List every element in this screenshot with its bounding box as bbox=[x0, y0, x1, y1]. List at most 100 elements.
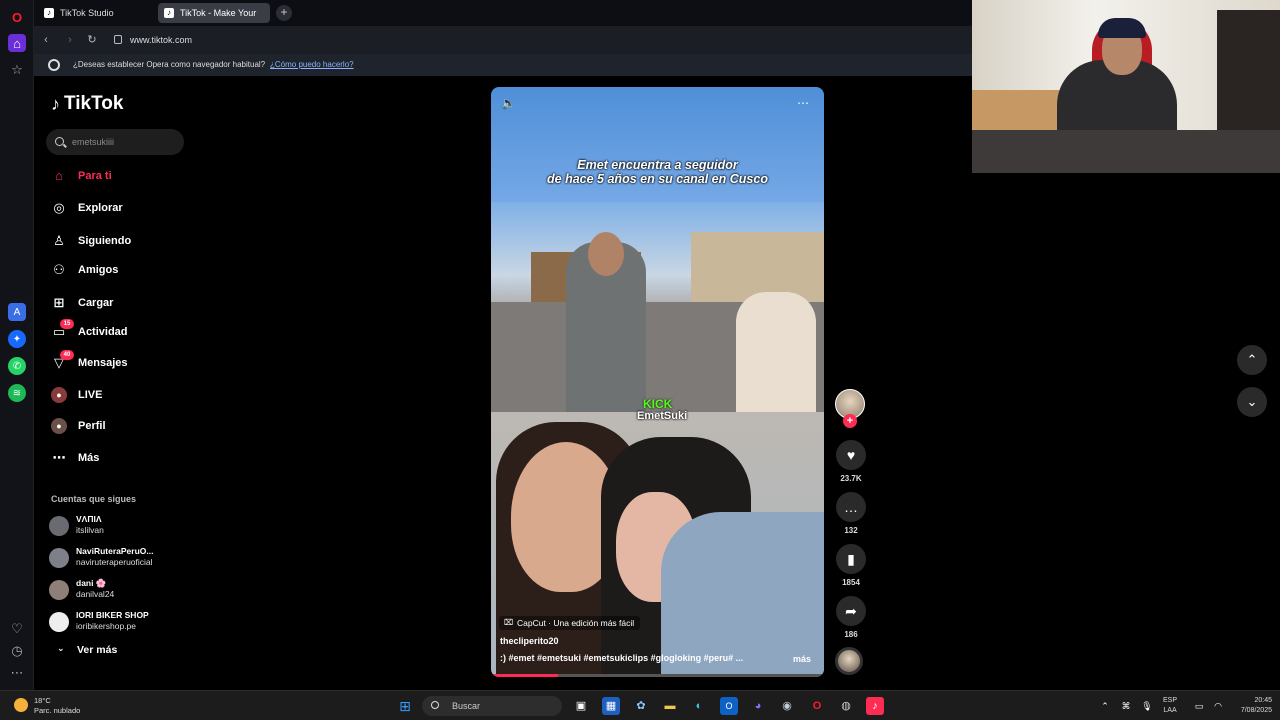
like-action[interactable]: ♥ 23.7K bbox=[834, 440, 868, 483]
nav-item-mas[interactable]: ⋯ Más bbox=[50, 447, 190, 469]
windows-start-icon[interactable]: ⊞ bbox=[396, 697, 414, 715]
language-indicator[interactable]: ESP LAA bbox=[1163, 696, 1177, 716]
tiktok-logo[interactable]: ♪ TikTok bbox=[51, 93, 123, 115]
share-action[interactable]: ➦ 186 bbox=[834, 596, 868, 639]
opera-logo-icon[interactable]: O bbox=[8, 8, 26, 26]
file-explorer-icon[interactable]: ▬ bbox=[661, 697, 679, 715]
address-bar: ‹ › ↻ www.tiktok.com bbox=[34, 26, 972, 54]
tab-tiktok-make-your-day[interactable]: ♪ TikTok - Make Your Day bbox=[158, 3, 270, 38]
reload-button[interactable]: ↻ bbox=[84, 32, 100, 48]
see-more-accounts-button[interactable]: ⌄ Ver más bbox=[54, 643, 117, 656]
clock[interactable]: 20:45 7/08/2025 bbox=[1228, 696, 1272, 716]
windows-taskbar: 18°C Parc. nublado ⊞ Buscar ▣ ▦ ✿ ▬ ◐ O … bbox=[0, 690, 1280, 720]
network-icon[interactable]: ⌘ bbox=[1117, 697, 1135, 715]
microphone-icon[interactable]: 🎙 bbox=[1138, 697, 1156, 715]
forward-button[interactable]: › bbox=[62, 32, 78, 48]
nav-item-perfil[interactable]: ● Perfil bbox=[50, 415, 190, 437]
following-account[interactable]: NaviRuteraPeruO... naviruteraperuoficial bbox=[49, 545, 199, 571]
nav-item-live[interactable]: ● LIVE bbox=[50, 384, 190, 406]
comment-icon[interactable]: … bbox=[836, 492, 866, 522]
nav-item-mensajes[interactable]: ▽ 40 Mensajes bbox=[50, 350, 190, 374]
music-disc[interactable] bbox=[835, 647, 863, 675]
search-icon bbox=[55, 137, 64, 146]
account-name: IORI BIKER SHOP bbox=[76, 610, 149, 620]
next-video-button[interactable]: ⌄ bbox=[1237, 387, 1267, 417]
nav-item-explorar[interactable]: ◎ Explorar bbox=[50, 197, 190, 219]
see-more-description[interactable]: más bbox=[793, 654, 811, 664]
opera-taskbar-icon[interactable]: O bbox=[808, 697, 826, 715]
tiktok-favicon-icon: ♪ bbox=[164, 8, 174, 18]
steam-icon[interactable]: ◉ bbox=[778, 697, 796, 715]
volume-icon[interactable]: 🔈 bbox=[501, 96, 516, 110]
account-handle: itslilvan bbox=[76, 525, 104, 535]
weather-widget[interactable]: 18°C Parc. nublado bbox=[14, 696, 80, 716]
video-player[interactable]: Emet encuentra a seguidor de hace 5 años… bbox=[491, 87, 824, 677]
nav-item-cargar[interactable]: ⊞ Cargar bbox=[50, 292, 190, 314]
account-handle: danilval24 bbox=[76, 589, 115, 599]
nav-item-amigos[interactable]: ⚇ Amigos bbox=[50, 259, 190, 281]
video-progress-bar[interactable] bbox=[491, 674, 824, 677]
url-field[interactable]: www.tiktok.com bbox=[112, 31, 962, 49]
nav-item-actividad[interactable]: ▭ 15 Actividad bbox=[50, 319, 190, 343]
messenger-icon[interactable]: ✦ bbox=[8, 330, 26, 348]
url-text: www.tiktok.com bbox=[130, 35, 193, 45]
friends-icon: ⚇ bbox=[53, 262, 65, 277]
tiktok-note-icon: ♪ bbox=[51, 93, 60, 114]
following-account[interactable]: dani 🌸 danilval24 bbox=[49, 577, 199, 603]
previous-video-button[interactable]: ⌃ bbox=[1237, 345, 1267, 375]
home-icon[interactable]: ⌂ bbox=[8, 34, 26, 52]
copilot-icon[interactable]: ✿ bbox=[632, 697, 650, 715]
edge-icon[interactable]: ◐ bbox=[690, 697, 708, 715]
obs-icon[interactable]: ◍ bbox=[837, 697, 855, 715]
home-icon: ⌂ bbox=[55, 168, 63, 183]
tray-chevron-icon[interactable]: ⌃ bbox=[1096, 697, 1114, 715]
desk-shape bbox=[972, 130, 1280, 173]
share-icon[interactable]: ➦ bbox=[836, 596, 866, 626]
more-dots-icon[interactable]: ⋯ bbox=[8, 664, 26, 682]
search-input[interactable]: emetsukiiii bbox=[46, 129, 184, 155]
discord-icon[interactable]: ◕ bbox=[749, 697, 767, 715]
infobar-help-link[interactable]: ¿Cómo puedo hacerlo? bbox=[270, 54, 354, 76]
app-icon[interactable]: A bbox=[8, 303, 26, 321]
following-account[interactable]: VΛΠIΛ itslilvan bbox=[49, 513, 199, 539]
weather-desc: Parc. nublado bbox=[34, 706, 81, 715]
nav-label: Perfil bbox=[78, 420, 106, 432]
video-hashtags[interactable]: :) #emet #emetsuki #emetsukiclips #glogl… bbox=[500, 653, 743, 663]
taskbar-search-placeholder: Buscar bbox=[452, 701, 481, 711]
weather-temp: 18°C bbox=[34, 696, 51, 705]
nav-item-para-ti[interactable]: ⌂ Para ti bbox=[50, 165, 190, 187]
comment-action[interactable]: … 132 bbox=[834, 492, 868, 535]
tab-tiktok-studio[interactable]: ♪ TikTok Studio bbox=[38, 3, 154, 23]
app-store-icon[interactable]: ▦ bbox=[602, 697, 620, 715]
heart-icon[interactable]: ♥ bbox=[836, 440, 866, 470]
wifi-icon[interactable]: ◠ bbox=[1209, 697, 1227, 715]
back-button[interactable]: ‹ bbox=[38, 32, 54, 48]
spotify-icon[interactable]: ≋ bbox=[8, 384, 26, 402]
follow-plus-button[interactable]: + bbox=[843, 414, 857, 428]
capcut-label[interactable]: CapCut · Una edición más fácil bbox=[499, 616, 641, 630]
more-options-icon[interactable]: ⋯ bbox=[797, 96, 809, 110]
outlook-icon[interactable]: O bbox=[720, 697, 738, 715]
infobar-message: ¿Deseas establecer Opera como navegador … bbox=[73, 60, 266, 69]
new-tab-button[interactable]: + bbox=[276, 5, 292, 21]
lock-icon bbox=[114, 35, 122, 44]
bookmark-icon[interactable]: ▮ bbox=[836, 544, 866, 574]
streamer-cap bbox=[1098, 18, 1146, 38]
save-action[interactable]: ▮ 1854 bbox=[834, 544, 868, 587]
account-name: NaviRuteraPeruO... bbox=[76, 546, 154, 556]
heart-icon[interactable]: ♡ bbox=[8, 620, 26, 638]
task-view-icon[interactable]: ▣ bbox=[572, 697, 590, 715]
nav-item-siguiendo[interactable]: ♙ Siguiendo bbox=[50, 230, 190, 252]
history-icon[interactable]: ◷ bbox=[8, 642, 26, 660]
star-icon[interactable]: ☆ bbox=[8, 61, 26, 79]
profile-icon: ● bbox=[51, 418, 67, 434]
girl-figure bbox=[736, 292, 816, 412]
nav-label: Cargar bbox=[78, 297, 114, 309]
taskbar-search[interactable]: Buscar bbox=[422, 696, 562, 716]
video-author[interactable]: thecliperito20 bbox=[500, 636, 559, 646]
whatsapp-icon[interactable]: ✆ bbox=[8, 357, 26, 375]
tab-label: TikTok Studio bbox=[60, 8, 114, 18]
following-account[interactable]: IORI BIKER SHOP ioribikershop.pe bbox=[49, 609, 199, 635]
tiktok-taskbar-icon[interactable]: ♪ bbox=[866, 697, 884, 715]
display-icon[interactable]: ▭ bbox=[1190, 697, 1208, 715]
